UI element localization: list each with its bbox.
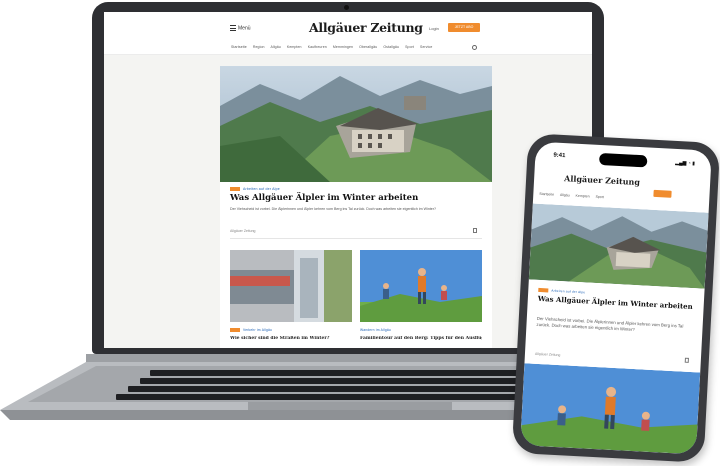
nav-item[interactable]: Sport (595, 195, 604, 199)
mountain-hut-photo (220, 66, 492, 182)
plus-badge (538, 288, 549, 293)
bookmark-icon[interactable] (684, 357, 689, 363)
card-image[interactable] (360, 250, 482, 322)
hiking-family-photo (520, 363, 701, 455)
phone-screen: 9:41 ▂▄▆ ◔ ▮ Allgäuer Zeitung Startseite… (520, 141, 712, 455)
menu-label: Menü (238, 25, 251, 32)
card-image[interactable] (230, 250, 352, 322)
nav-item[interactable]: Kempten (575, 194, 589, 199)
bookmark-icon[interactable] (473, 228, 477, 233)
hero-teaser: Der Viehscheid ist vorbei. Die Älplerinn… (230, 207, 437, 211)
nav-item[interactable]: Oberallgäu (359, 45, 377, 49)
hero-image[interactable] (528, 203, 709, 289)
article-feed: Arbeiten auf der Alpe Was Allgäuer Älple… (220, 66, 492, 348)
laptop-screen: Menü Allgäuer Zeitung Login JETZT ABO St… (104, 12, 592, 348)
hamburger-icon (230, 25, 236, 31)
nav-item[interactable]: Allgäu (560, 193, 570, 198)
card-kicker: Verkehr im Allgäu (230, 328, 272, 333)
hero-meta: Allgäuer Zeitung (230, 229, 256, 233)
subscribe-button[interactable]: JETZT ABO (448, 23, 480, 32)
plus-badge (230, 187, 240, 192)
hero-headline[interactable]: Was Allgäuer Älpler im Winter arbeiten (538, 294, 698, 311)
hiking-family-photo (360, 250, 482, 322)
status-icons: ▂▄▆ ◔ ▮ (674, 159, 696, 167)
status-time: 9:41 (553, 152, 566, 160)
nav-item[interactable]: Service (420, 45, 432, 49)
nav-item[interactable]: Region (253, 45, 265, 49)
hero-teaser: Der Viehscheid ist vorbei. Die Älplerinn… (536, 315, 684, 333)
subscribe-button[interactable] (653, 189, 672, 198)
search-icon[interactable] (472, 45, 477, 50)
nav-item[interactable]: Ostallgäu (383, 45, 399, 49)
main-navigation: Startseite Region Allgäu Kempten Kaufbeu… (104, 42, 592, 55)
hero-meta: Allgäuer Zeitung (534, 351, 561, 358)
card-image[interactable] (520, 363, 701, 455)
site-logo[interactable]: Allgäuer Zeitung (564, 173, 640, 187)
nav-item[interactable]: Allgäu (270, 45, 280, 49)
nav-item[interactable]: Startseite (539, 192, 554, 197)
plus-badge (230, 328, 240, 333)
nav-item[interactable]: Startseite (231, 45, 247, 49)
traffic-photo (230, 250, 352, 322)
laptop-camera (344, 5, 349, 10)
nav-list: Startseite Region Allgäu Kempten Kaufbeu… (231, 45, 437, 49)
phone-nav: Startseite Allgäu Kempten Sport (539, 192, 609, 200)
site-header: Menü Allgäuer Zeitung Login JETZT ABO (104, 12, 592, 43)
hero-kicker: Arbeiten auf der Alpe (230, 187, 280, 192)
smartphone: 9:41 ▂▄▆ ◔ ▮ Allgäuer Zeitung Startseite… (511, 133, 720, 463)
site-logo[interactable]: Allgäuer Zeitung (309, 20, 423, 35)
card-headline[interactable]: Familientour auf den Berg: Tipps für den… (360, 336, 482, 341)
menu-button[interactable]: Menü (230, 25, 251, 31)
hero-image[interactable] (220, 66, 492, 182)
card-headline[interactable]: Wie sicher sind die Straßen im Winter? (230, 336, 352, 341)
nav-item[interactable]: Sport (405, 45, 414, 49)
card-kicker: Wandern im Allgäu (360, 328, 391, 332)
nav-item[interactable]: Memmingen (333, 45, 353, 49)
nav-item[interactable]: Kempten (287, 45, 302, 49)
nav-item[interactable]: Kaufbeuren (308, 45, 327, 49)
mountain-hut-photo (528, 203, 709, 289)
divider (230, 238, 482, 239)
dynamic-island (598, 152, 648, 168)
login-link[interactable]: Login (429, 26, 439, 31)
hero-headline[interactable]: Was Allgäuer Älpler im Winter arbeiten (230, 193, 418, 203)
